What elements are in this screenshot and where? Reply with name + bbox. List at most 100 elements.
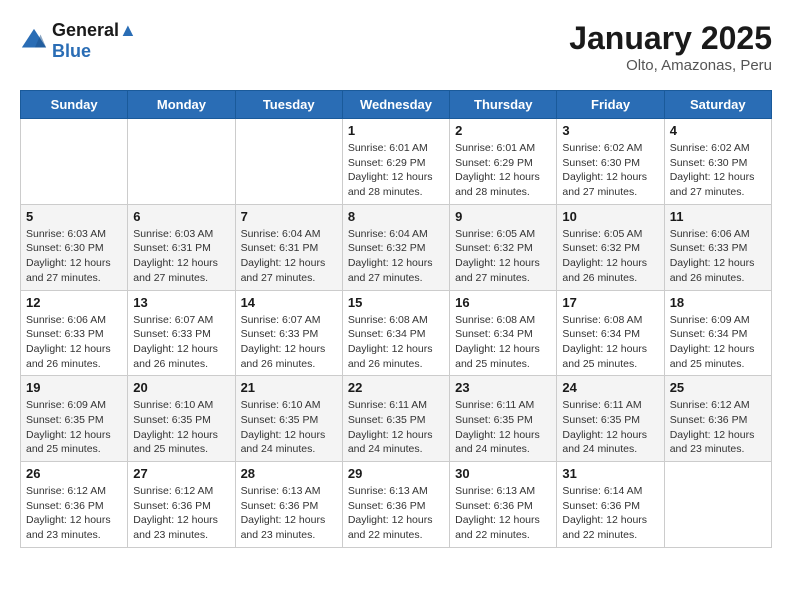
day-number: 19 (26, 380, 122, 395)
day-info: Sunrise: 6:01 AM Sunset: 6:29 PM Dayligh… (348, 141, 444, 200)
col-tuesday: Tuesday (235, 91, 342, 119)
calendar-cell: 26Sunrise: 6:12 AM Sunset: 6:36 PM Dayli… (21, 462, 128, 548)
day-number: 4 (670, 123, 766, 138)
calendar-cell: 8Sunrise: 6:04 AM Sunset: 6:32 PM Daylig… (342, 204, 449, 290)
calendar-cell: 1 Sunrise: 6:01 AM Sunset: 6:29 PM Daylig… (342, 119, 449, 205)
calendar-cell: 9 Sunrise: 6:05 AM Sunset: 6:32 PM Daylig… (450, 204, 557, 290)
day-info: Sunrise: 6:07 AM Sunset: 6:33 PM Dayligh… (133, 313, 229, 372)
calendar-cell (664, 462, 771, 548)
day-info: Sunrise: 6:10 AM Sunset: 6:35 PM Dayligh… (133, 398, 229, 457)
day-number: 24 (562, 380, 658, 395)
calendar-cell: 17Sunrise: 6:08 AM Sunset: 6:34 PM Dayli… (557, 290, 664, 376)
calendar-cell (128, 119, 235, 205)
logo: General▲ Blue (20, 20, 137, 62)
calendar-cell: 3 Sunrise: 6:02 AM Sunset: 6:30 PM Daylig… (557, 119, 664, 205)
day-number: 1 (348, 123, 444, 138)
day-info: Sunrise: 6:05 AM Sunset: 6:32 PM Dayligh… (455, 227, 551, 286)
day-number: 27 (133, 466, 229, 481)
calendar-cell: 5 Sunrise: 6:03 AM Sunset: 6:30 PM Daylig… (21, 204, 128, 290)
calendar-cell: 16Sunrise: 6:08 AM Sunset: 6:34 PM Dayli… (450, 290, 557, 376)
day-info: Sunrise: 6:13 AM Sunset: 6:36 PM Dayligh… (241, 484, 337, 543)
day-info: Sunrise: 6:06 AM Sunset: 6:33 PM Dayligh… (670, 227, 766, 286)
day-number: 30 (455, 466, 551, 481)
logo-icon (20, 27, 48, 55)
day-number: 20 (133, 380, 229, 395)
calendar-cell: 21Sunrise: 6:10 AM Sunset: 6:35 PM Dayli… (235, 376, 342, 462)
calendar-cell: 15 Sunrise: 6:08 AM Sunset: 6:34 PM Dayli… (342, 290, 449, 376)
week-row-5: 26Sunrise: 6:12 AM Sunset: 6:36 PM Dayli… (21, 462, 772, 548)
calendar-cell: 4Sunrise: 6:02 AM Sunset: 6:30 PM Daylig… (664, 119, 771, 205)
day-info: Sunrise: 6:12 AM Sunset: 6:36 PM Dayligh… (133, 484, 229, 543)
calendar-table: Sunday Monday Tuesday Wednesday Thursday… (20, 90, 772, 548)
col-saturday: Saturday (664, 91, 771, 119)
day-info: Sunrise: 6:11 AM Sunset: 6:35 PM Dayligh… (455, 398, 551, 457)
day-number: 23 (455, 380, 551, 395)
day-number: 11 (670, 209, 766, 224)
day-info: Sunrise: 6:06 AM Sunset: 6:33 PM Dayligh… (26, 313, 122, 372)
calendar-cell: 30 Sunrise: 6:13 AM Sunset: 6:36 PM Dayli… (450, 462, 557, 548)
day-info: Sunrise: 6:09 AM Sunset: 6:35 PM Dayligh… (26, 398, 122, 457)
day-info: Sunrise: 6:11 AM Sunset: 6:35 PM Dayligh… (348, 398, 444, 457)
week-row-1: 1 Sunrise: 6:01 AM Sunset: 6:29 PM Daylig… (21, 119, 772, 205)
calendar-cell: 28 Sunrise: 6:13 AM Sunset: 6:36 PM Dayli… (235, 462, 342, 548)
col-friday: Friday (557, 91, 664, 119)
day-number: 3 (562, 123, 658, 138)
calendar-cell: 11 Sunrise: 6:06 AM Sunset: 6:33 PM Dayli… (664, 204, 771, 290)
calendar-cell: 19 Sunrise: 6:09 AM Sunset: 6:35 PM Dayli… (21, 376, 128, 462)
calendar-cell: 27 Sunrise: 6:12 AM Sunset: 6:36 PM Dayli… (128, 462, 235, 548)
location-subtitle: Olto, Amazonas, Peru (569, 57, 772, 74)
day-info: Sunrise: 6:11 AM Sunset: 6:35 PM Dayligh… (562, 398, 658, 457)
day-info: Sunrise: 6:04 AM Sunset: 6:31 PM Dayligh… (241, 227, 337, 286)
calendar-cell: 31Sunrise: 6:14 AM Sunset: 6:36 PM Dayli… (557, 462, 664, 548)
calendar-cell: 22 Sunrise: 6:11 AM Sunset: 6:35 PM Dayli… (342, 376, 449, 462)
day-number: 10 (562, 209, 658, 224)
calendar-cell: 23 Sunrise: 6:11 AM Sunset: 6:35 PM Dayli… (450, 376, 557, 462)
day-number: 22 (348, 380, 444, 395)
calendar-cell: 7 Sunrise: 6:04 AM Sunset: 6:31 PM Daylig… (235, 204, 342, 290)
day-info: Sunrise: 6:13 AM Sunset: 6:36 PM Dayligh… (455, 484, 551, 543)
day-info: Sunrise: 6:12 AM Sunset: 6:36 PM Dayligh… (26, 484, 122, 543)
calendar-cell: 10Sunrise: 6:05 AM Sunset: 6:32 PM Dayli… (557, 204, 664, 290)
day-info: Sunrise: 6:09 AM Sunset: 6:34 PM Dayligh… (670, 313, 766, 372)
day-number: 15 (348, 295, 444, 310)
calendar-cell: 25 Sunrise: 6:12 AM Sunset: 6:36 PM Dayli… (664, 376, 771, 462)
day-info: Sunrise: 6:08 AM Sunset: 6:34 PM Dayligh… (348, 313, 444, 372)
day-info: Sunrise: 6:02 AM Sunset: 6:30 PM Dayligh… (562, 141, 658, 200)
calendar-cell: 24 Sunrise: 6:11 AM Sunset: 6:35 PM Dayli… (557, 376, 664, 462)
calendar-cell: 2Sunrise: 6:01 AM Sunset: 6:29 PM Daylig… (450, 119, 557, 205)
day-number: 17 (562, 295, 658, 310)
month-title: January 2025 (569, 20, 772, 57)
week-row-4: 19 Sunrise: 6:09 AM Sunset: 6:35 PM Dayli… (21, 376, 772, 462)
day-number: 6 (133, 209, 229, 224)
day-number: 18 (670, 295, 766, 310)
day-info: Sunrise: 6:03 AM Sunset: 6:30 PM Dayligh… (26, 227, 122, 286)
col-wednesday: Wednesday (342, 91, 449, 119)
page-header: General▲ Blue January 2025 Olto, Amazona… (20, 20, 772, 74)
day-number: 5 (26, 209, 122, 224)
day-number: 16 (455, 295, 551, 310)
day-number: 31 (562, 466, 658, 481)
calendar-cell: 6 Sunrise: 6:03 AM Sunset: 6:31 PM Daylig… (128, 204, 235, 290)
day-number: 25 (670, 380, 766, 395)
day-info: Sunrise: 6:01 AM Sunset: 6:29 PM Dayligh… (455, 141, 551, 200)
day-number: 29 (348, 466, 444, 481)
calendar-cell: 29 Sunrise: 6:13 AM Sunset: 6:36 PM Dayli… (342, 462, 449, 548)
calendar-cell: 13 Sunrise: 6:07 AM Sunset: 6:33 PM Dayli… (128, 290, 235, 376)
day-number: 9 (455, 209, 551, 224)
day-number: 28 (241, 466, 337, 481)
day-number: 13 (133, 295, 229, 310)
day-info: Sunrise: 6:13 AM Sunset: 6:36 PM Dayligh… (348, 484, 444, 543)
calendar-cell (21, 119, 128, 205)
title-block: January 2025 Olto, Amazonas, Peru (569, 20, 772, 74)
col-sunday: Sunday (21, 91, 128, 119)
day-number: 7 (241, 209, 337, 224)
calendar-cell (235, 119, 342, 205)
day-number: 14 (241, 295, 337, 310)
day-number: 21 (241, 380, 337, 395)
day-info: Sunrise: 6:12 AM Sunset: 6:36 PM Dayligh… (670, 398, 766, 457)
logo-text: General▲ Blue (52, 20, 137, 62)
weekday-header-row: Sunday Monday Tuesday Wednesday Thursday… (21, 91, 772, 119)
col-monday: Monday (128, 91, 235, 119)
day-number: 8 (348, 209, 444, 224)
day-info: Sunrise: 6:03 AM Sunset: 6:31 PM Dayligh… (133, 227, 229, 286)
